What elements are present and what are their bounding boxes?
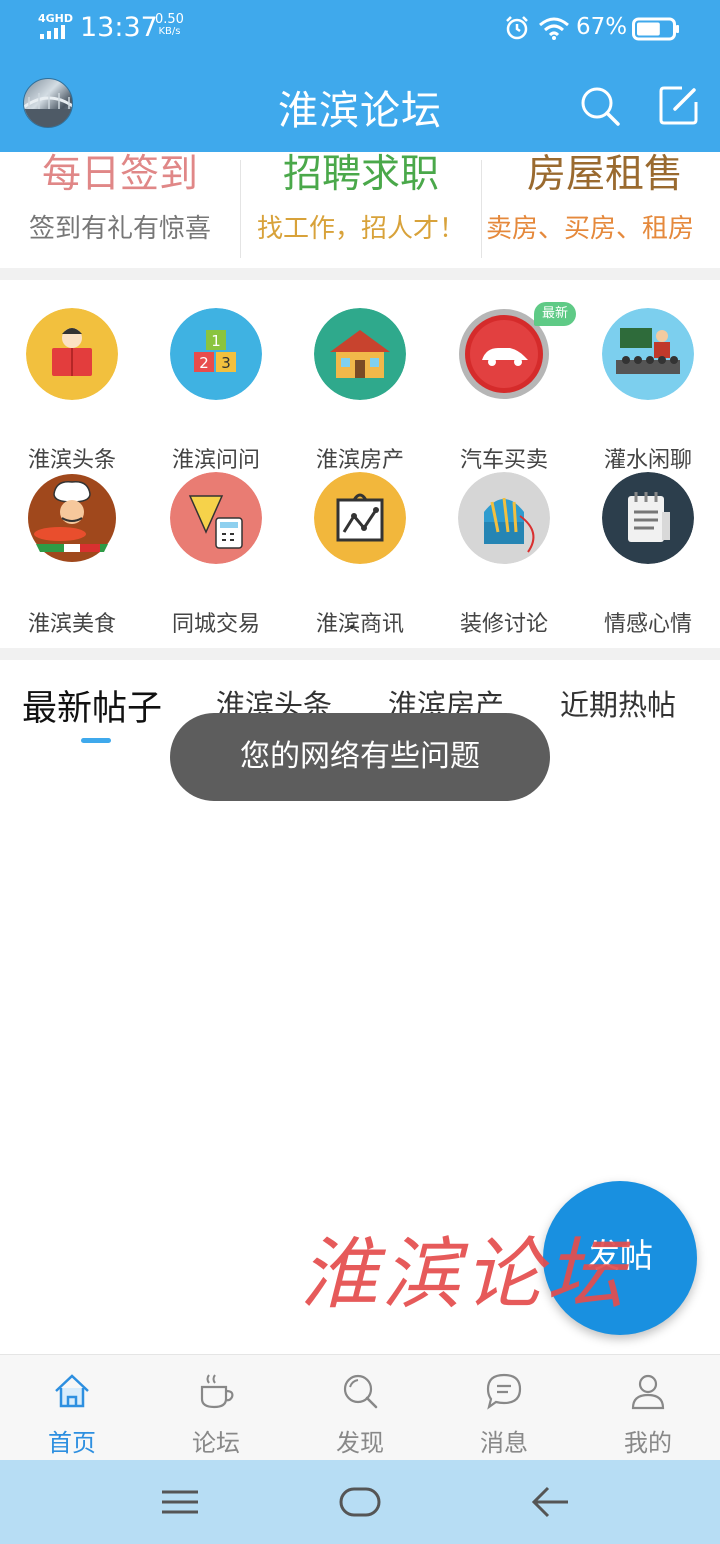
feature-banner: 每日签到 签到有礼有惊喜 招聘求职 找工作，招人才！ 房屋租售 卖房、买房、租房	[0, 152, 720, 268]
grid-item-decoration[interactable]: 装修讨论	[432, 472, 576, 637]
reader-icon	[26, 308, 118, 400]
grid-item-label: 淮滨房产	[315, 448, 404, 473]
new-badge: 最新	[534, 302, 576, 326]
back-icon[interactable]	[528, 1482, 572, 1522]
clock: 13:37	[80, 12, 158, 43]
nav-label: 我的	[624, 1429, 672, 1457]
grid-item-questions[interactable]: 1 2 3 淮滨问问	[144, 308, 288, 473]
svg-text:2: 2	[199, 354, 209, 372]
nav-label: 论坛	[192, 1429, 240, 1457]
grid-item-emotion[interactable]: 情感心情	[576, 472, 720, 637]
grid-item-label: 淮滨头条	[27, 448, 116, 473]
network-error-toast: 您的网络有些问题	[170, 713, 550, 801]
grid-item-label: 汽车买卖	[459, 448, 548, 473]
banner-item-jobs[interactable]: 招聘求职 找工作，招人才！	[241, 152, 481, 268]
battery-icon	[632, 17, 679, 41]
edit-icon[interactable]	[658, 84, 700, 126]
status-bar: 4GHD 13:37 0.50 KB/s 67%	[0, 0, 720, 58]
grid-item-chat[interactable]: 灌水闲聊	[576, 308, 720, 473]
banner-title: 房屋租售	[526, 152, 683, 197]
nav-label: 消息	[480, 1429, 528, 1457]
alarm-icon	[506, 16, 528, 40]
chart-board-icon	[314, 472, 406, 564]
bottom-nav: 首页 论坛 发现 消息 我的	[0, 1354, 720, 1460]
grid-item-label: 淮滨商讯	[315, 612, 404, 637]
page-dot	[366, 625, 370, 629]
banner-title: 每日签到	[41, 152, 198, 197]
nav-forum[interactable]: 论坛	[144, 1355, 288, 1461]
grid-item-business[interactable]: 淮滨商讯	[288, 472, 432, 637]
meeting-icon	[602, 308, 694, 400]
net-speed: 0.50 KB/s	[155, 12, 184, 38]
svg-text:3: 3	[221, 354, 231, 372]
user-icon	[631, 1374, 665, 1410]
search-icon[interactable]	[578, 84, 622, 128]
network-type: 4GHD	[38, 12, 74, 25]
grid-item-label: 淮滨美食	[27, 612, 116, 637]
banner-title: 招聘求职	[282, 152, 439, 197]
blocks-icon: 1 2 3	[170, 308, 262, 400]
section-divider	[0, 648, 720, 660]
chef-icon	[26, 472, 118, 564]
grid-item-label: 淮滨问问	[171, 448, 260, 473]
nav-home[interactable]: 首页	[0, 1355, 144, 1461]
home-icon	[55, 1374, 89, 1408]
banner-subtitle: 卖房、买房、租房	[486, 214, 695, 244]
grid-item-label: 情感心情	[603, 612, 692, 637]
banner-item-checkin[interactable]: 每日签到 签到有礼有惊喜	[0, 152, 240, 268]
grid-item-trade[interactable]: 同城交易	[144, 472, 288, 637]
grid-item-realestate[interactable]: 淮滨房产	[288, 308, 432, 473]
grid-item-food[interactable]: 淮滨美食	[0, 472, 144, 637]
category-grid: 淮滨头条 1 2 3 淮滨问问 淮滨房产 汽车买卖 灌水闲聊 淮滨美食 同城交易…	[0, 280, 720, 648]
nav-discover[interactable]: 发现	[288, 1355, 432, 1461]
grid-item-headlines[interactable]: 淮滨头条	[0, 308, 144, 473]
grid-item-label: 装修讨论	[459, 612, 548, 637]
nav-messages[interactable]: 消息	[432, 1355, 576, 1461]
tab-hot[interactable]: 近期热帖	[560, 682, 676, 724]
banner-subtitle: 签到有礼有惊喜	[28, 214, 211, 244]
nav-profile[interactable]: 我的	[576, 1355, 720, 1461]
banner-item-housing[interactable]: 房屋租售 卖房、买房、租房	[482, 152, 720, 268]
tab-latest[interactable]: 最新帖子	[22, 680, 162, 731]
section-divider	[0, 268, 720, 280]
svg-text:1: 1	[211, 332, 221, 350]
grid-item-label: 灌水闲聊	[603, 448, 692, 473]
calculator-icon	[170, 472, 262, 564]
discover-icon	[343, 1374, 378, 1409]
signal-icon	[40, 25, 65, 39]
wifi-icon	[539, 17, 569, 40]
battery-percent: 67%	[576, 14, 628, 40]
screen: 4GHD 13:37 0.50 KB/s 67% 淮滨论坛 每日签到 签到有礼有…	[0, 0, 720, 1544]
home-pill-icon[interactable]	[338, 1482, 382, 1522]
tab-indicator	[81, 738, 111, 743]
grid-item-cars[interactable]: 汽车买卖	[432, 308, 576, 473]
notebook-icon	[602, 472, 694, 564]
coffee-icon	[200, 1374, 234, 1409]
banner-subtitle: 找工作，招人才！	[256, 214, 465, 244]
grid-item-label: 同城交易	[171, 612, 260, 637]
message-icon	[486, 1373, 522, 1410]
page-dot-active	[349, 624, 355, 630]
nav-label: 首页	[48, 1429, 96, 1457]
toolbag-icon	[458, 472, 550, 564]
net-speed-value: 0.50	[155, 12, 184, 27]
app-bar: 淮滨论坛	[0, 58, 720, 152]
watermark: 淮滨论坛	[300, 1230, 629, 1320]
net-speed-unit: KB/s	[158, 26, 181, 37]
system-nav-bar	[0, 1460, 720, 1544]
page-indicator	[349, 624, 370, 630]
house-icon	[314, 308, 406, 400]
nav-label: 发现	[336, 1429, 384, 1457]
menu-icon[interactable]	[158, 1482, 202, 1522]
